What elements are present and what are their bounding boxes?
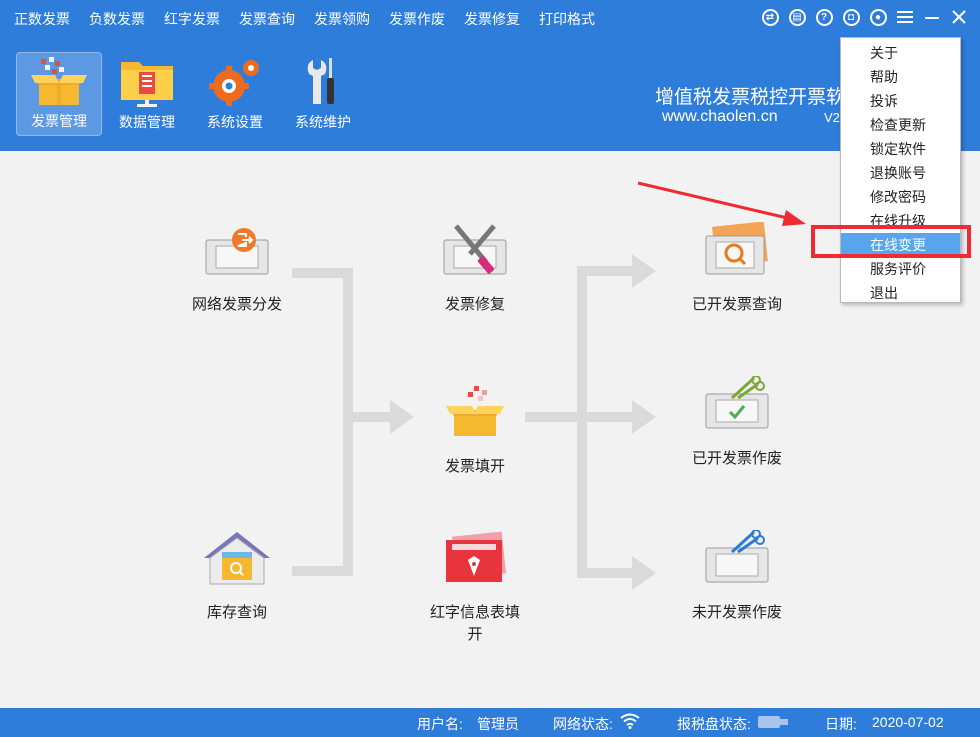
menu-icon[interactable] xyxy=(896,8,914,26)
menu-invoice-query[interactable]: 发票查询 xyxy=(239,9,295,29)
brand-title: 增值税发票税控开票软 xyxy=(655,87,846,108)
status-date-label: 日期: xyxy=(825,716,857,732)
gear-icon xyxy=(209,60,259,106)
header-bar: 正数发票 负数发票 红字发票 发票查询 发票领购 发票作废 发票修复 打印格式 … xyxy=(0,0,980,151)
menu-invoice-purchase[interactable]: 发票领购 xyxy=(314,9,370,29)
connector-line xyxy=(577,568,637,578)
tool-system-maintenance[interactable]: 系统维护 xyxy=(280,52,366,136)
menu-item-lock-software[interactable]: 锁定软件 xyxy=(841,137,960,161)
wrench-screwdriver-icon xyxy=(307,58,334,104)
menu-item-change-password[interactable]: 修改密码 xyxy=(841,185,960,209)
flow-issued-invoice-void[interactable]: 已开发票作废 xyxy=(682,376,792,470)
menu-item-about[interactable]: 关于 xyxy=(841,41,960,65)
open-box-icon xyxy=(31,57,87,105)
menu-print-format[interactable]: 打印格式 xyxy=(539,9,595,29)
brand-url: www.chaolen.cn xyxy=(662,108,778,125)
flow-stock-query[interactable]: 库存查询 xyxy=(182,530,292,624)
flow-label: 网络发票分发 xyxy=(191,296,282,313)
scissors-invoice-icon xyxy=(705,530,769,583)
menu-invoice-void[interactable]: 发票作废 xyxy=(389,9,445,29)
connector-line xyxy=(343,268,353,576)
flow-invoice-repair[interactable]: 发票修复 xyxy=(420,222,530,316)
flow-label: 库存查询 xyxy=(206,604,267,621)
lock-icon[interactable]: ◘ xyxy=(842,8,860,26)
menu-item-exit[interactable]: 退出 xyxy=(841,281,960,305)
menu-item-switch-account[interactable]: 退换账号 xyxy=(841,161,960,185)
help-icon[interactable]: ? xyxy=(815,8,833,26)
tool-label: 数据管理 xyxy=(119,114,175,130)
flow-label: 未开发票作废 xyxy=(691,604,782,621)
menu-item-check-update[interactable]: 检查更新 xyxy=(841,113,960,137)
menu-invoice-repair[interactable]: 发票修复 xyxy=(464,9,520,29)
document-icon[interactable]: ▤ xyxy=(788,8,806,26)
warehouse-search-icon xyxy=(204,532,270,585)
exchange-icon[interactable]: ⇄ xyxy=(761,8,779,26)
invoice-export-icon xyxy=(205,228,269,275)
arrow-right-icon xyxy=(632,556,656,590)
tool-system-settings[interactable]: 系统设置 xyxy=(192,52,278,136)
scissors-invoice-icon xyxy=(705,376,769,429)
tool-data-management[interactable]: 数据管理 xyxy=(104,52,190,136)
flow-label: 红字信息表填 开 xyxy=(429,604,520,643)
status-taxdisk-label: 报税盘状态: xyxy=(677,716,751,732)
annotation-highlight-box xyxy=(811,225,971,258)
main-dropdown-menu: 关于 帮助 投诉 检查更新 锁定软件 退换账号 修改密码 在线升级 在线变更 服… xyxy=(840,37,961,303)
connector-line xyxy=(577,266,637,276)
flow-unissued-invoice-void[interactable]: 未开发票作废 xyxy=(682,530,792,624)
menu-item-service-rating[interactable]: 服务评价 xyxy=(841,257,960,281)
menu-item-help[interactable]: 帮助 xyxy=(841,65,960,89)
arrow-right-icon xyxy=(632,400,656,434)
status-network-label: 网络状态: xyxy=(553,716,613,732)
folder-icon xyxy=(121,62,173,107)
brand-version: V2 xyxy=(824,110,840,125)
connector-line xyxy=(580,412,636,422)
menu-positive-invoice[interactable]: 正数发票 xyxy=(14,9,70,29)
connector-line xyxy=(343,412,393,422)
annotation-arrow-icon xyxy=(637,181,806,226)
user-icon[interactable]: ● xyxy=(869,8,887,26)
flow-invoice-fill[interactable]: 发票填开 xyxy=(420,384,530,478)
arrow-right-icon xyxy=(632,254,656,288)
menu-item-complaint[interactable]: 投诉 xyxy=(841,89,960,113)
status-user-label: 用户名: xyxy=(417,716,463,732)
flow-red-info-form-fill[interactable]: 红字信息表填 开 xyxy=(420,530,530,646)
arrow-right-icon xyxy=(390,400,414,434)
open-box-icon xyxy=(446,386,504,436)
flow-label: 发票填开 xyxy=(444,458,505,475)
tool-label: 系统设置 xyxy=(207,114,263,130)
flow-network-invoice-distribution[interactable]: 网络发票分发 xyxy=(182,222,292,316)
status-date-value: 2020-07-02 xyxy=(872,714,944,730)
tool-label: 发票管理 xyxy=(31,113,87,129)
red-invoice-pen-icon xyxy=(446,531,507,582)
repair-tools-icon xyxy=(443,224,507,275)
flow-label: 发票修复 xyxy=(444,296,505,313)
close-icon[interactable] xyxy=(950,8,968,26)
top-menu: 正数发票 负数发票 红字发票 发票查询 发票领购 发票作废 发票修复 打印格式 xyxy=(14,0,614,38)
window-controls: ⇄ ▤ ? ◘ ● xyxy=(752,8,968,26)
tool-invoice-management[interactable]: 发票管理 xyxy=(16,52,102,136)
status-bar: 用户名: 管理员 网络状态: 报税盘状态: 日期: 2020-07-02 xyxy=(0,708,980,737)
menu-negative-invoice[interactable]: 负数发票 xyxy=(89,9,145,29)
connector-line xyxy=(525,412,585,422)
tax-disk-icon xyxy=(758,716,788,728)
flow-label: 已开发票作废 xyxy=(691,450,782,467)
connector-line xyxy=(577,266,587,578)
wifi-icon xyxy=(620,713,640,729)
menu-red-invoice[interactable]: 红字发票 xyxy=(164,9,220,29)
minimize-icon[interactable] xyxy=(923,8,941,26)
status-user-value: 管理员 xyxy=(477,716,519,732)
flow-label: 已开发票查询 xyxy=(691,296,782,313)
tool-label: 系统维护 xyxy=(295,114,351,130)
main-toolbar: 发票管理 数据管理 系统设置 系统维护 xyxy=(16,52,368,136)
